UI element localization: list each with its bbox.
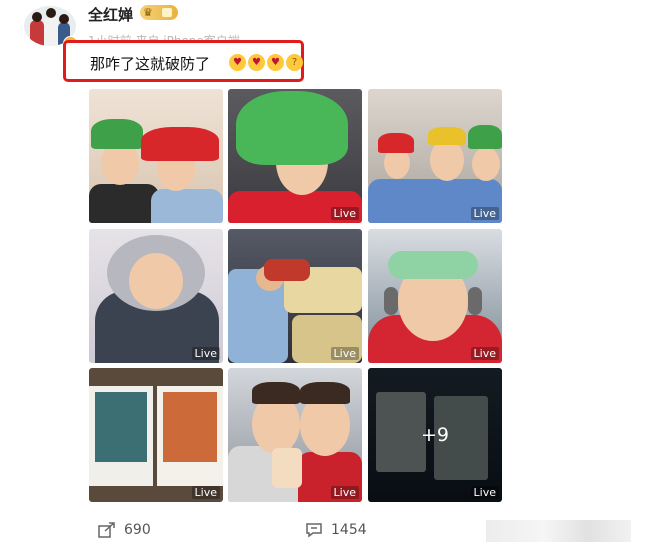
share-count: 690 bbox=[124, 522, 151, 538]
thinking-emoji: ? bbox=[286, 54, 303, 71]
photo-tile[interactable]: Live bbox=[368, 229, 502, 363]
watermark bbox=[486, 520, 631, 542]
photo-tile[interactable]: Live bbox=[89, 229, 223, 363]
avatar-head bbox=[32, 12, 42, 22]
live-badge: Live bbox=[470, 347, 499, 360]
live-badge: Live bbox=[191, 486, 220, 499]
crown-icon: ♛ bbox=[143, 6, 153, 19]
live-badge: Live bbox=[470, 207, 499, 220]
comment-count: 1454 bbox=[331, 522, 367, 538]
heart-eyes-emoji: ♥ bbox=[267, 54, 284, 71]
member-badge[interactable]: ♛ bbox=[140, 5, 178, 20]
live-badge: Live bbox=[470, 486, 499, 499]
comment-button[interactable]: 1454 bbox=[305, 522, 367, 538]
level-icon bbox=[162, 8, 172, 17]
photo-tile[interactable]: Live bbox=[228, 368, 362, 502]
more-photos-overlay[interactable]: +9 bbox=[368, 368, 502, 502]
photo-tile[interactable] bbox=[89, 89, 223, 223]
avatar-figure bbox=[30, 20, 44, 46]
live-badge: Live bbox=[191, 347, 220, 360]
username[interactable]: 全红婵 bbox=[88, 4, 133, 25]
comment-icon bbox=[306, 523, 322, 538]
avatar-head bbox=[59, 14, 69, 24]
photo-tile[interactable]: Live bbox=[228, 89, 362, 223]
live-badge: Live bbox=[330, 347, 359, 360]
photo-tile[interactable]: Live bbox=[89, 368, 223, 502]
avatar-figure bbox=[44, 16, 58, 46]
photo-tile[interactable]: Live bbox=[368, 89, 502, 223]
share-button[interactable]: 690 bbox=[98, 522, 151, 538]
photo-tile[interactable]: Live bbox=[228, 229, 362, 363]
live-badge: Live bbox=[330, 486, 359, 499]
photo-tile[interactable]: +9 Live bbox=[368, 368, 502, 502]
heart-eyes-emoji: ♥ bbox=[248, 54, 265, 71]
post-text: 那咋了这就破防了 bbox=[90, 55, 211, 73]
share-icon bbox=[98, 522, 115, 538]
avatar-head bbox=[46, 8, 56, 18]
heart-eyes-emoji: ♥ bbox=[229, 54, 246, 71]
live-badge: Live bbox=[330, 207, 359, 220]
